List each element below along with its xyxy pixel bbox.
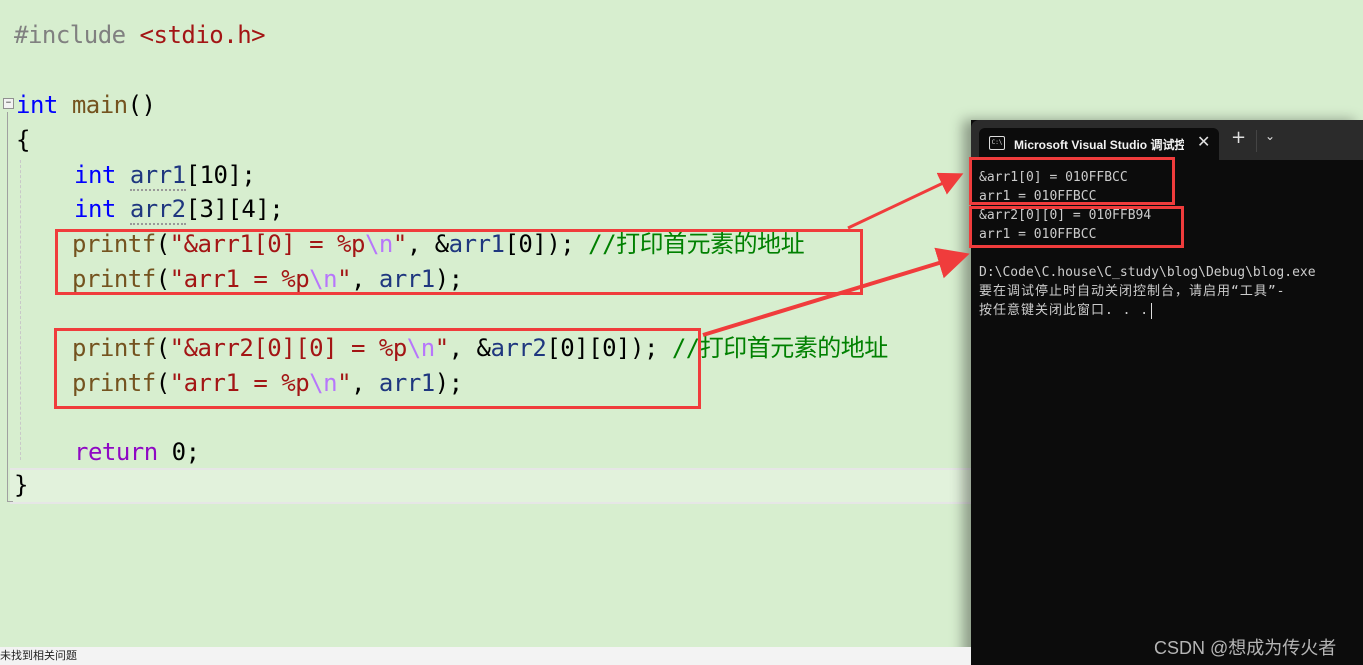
current-line-highlight	[10, 468, 972, 504]
csdn-watermark: CSDN @想成为传火者	[1154, 638, 1337, 658]
brace: }	[14, 471, 28, 499]
text-cursor	[1151, 302, 1153, 319]
console-tab-bar: C:\ Microsoft Visual Studio 调试控制台 ✕ + ⌄	[971, 120, 1363, 160]
include-header: <stdio.h>	[139, 21, 266, 49]
annotation-box-arr1-code	[55, 229, 863, 295]
code-line-include: #include <stdio.h>	[14, 18, 266, 52]
console-tab-title: Microsoft Visual Studio 调试控制台	[1014, 138, 1184, 152]
keyword: int	[74, 195, 116, 223]
punctuation: [3][4];	[185, 195, 284, 223]
code-line-close-brace: }	[14, 468, 28, 502]
code-line-open-brace: {	[16, 123, 30, 157]
console-output-line: D:\Code\C.house\C_study\blog\Debug\blog.…	[979, 265, 1316, 280]
code-line-decl-arr2: int arr2[3][4];	[74, 192, 284, 226]
annotation-box-arr2-code	[54, 328, 701, 409]
collapse-icon[interactable]: −	[3, 98, 14, 109]
code-line-decl-arr1: int arr1[10];	[74, 158, 256, 192]
keyword-return: return	[74, 438, 158, 466]
console-output-line: 要在调试停止时自动关闭控制台，请启用“工具”-	[979, 284, 1286, 299]
status-bar: 未找到相关问题	[0, 647, 971, 665]
debug-console-window[interactable]: C:\ Microsoft Visual Studio 调试控制台 ✕ + ⌄ …	[969, 120, 1363, 665]
variable: arr2	[129, 195, 186, 225]
punctuation: ()	[127, 91, 156, 119]
code-line-main: int main()	[16, 88, 156, 122]
fold-guide-line	[7, 112, 8, 502]
status-message: 未找到相关问题	[0, 649, 77, 662]
terminal-icon: C:\	[989, 136, 1005, 150]
return-value: 0;	[171, 438, 200, 466]
punctuation: [10];	[185, 161, 256, 189]
console-prompt-line: 按任意键关闭此窗口. . .	[979, 301, 1153, 320]
keyword: int	[16, 91, 58, 119]
close-icon[interactable]: ✕	[1197, 132, 1210, 151]
console-prompt-text: 按任意键关闭此窗口. . .	[979, 303, 1150, 318]
annotation-box-arr2-output	[969, 206, 1184, 248]
preprocessor-directive: #include	[14, 21, 126, 49]
brace: {	[16, 126, 30, 154]
variable: arr1	[129, 161, 186, 191]
keyword: int	[74, 161, 116, 189]
new-tab-button[interactable]: +	[1231, 128, 1246, 148]
chevron-down-icon[interactable]: ⌄	[1265, 129, 1275, 143]
code-line-return: return 0;	[74, 435, 200, 469]
annotation-box-arr1-output	[969, 157, 1175, 205]
console-tab[interactable]: C:\ Microsoft Visual Studio 调试控制台 ✕	[979, 128, 1219, 160]
function-name: main	[71, 91, 128, 119]
tab-separator	[1256, 130, 1257, 152]
comment: //打印首元素的地址	[671, 334, 888, 362]
fold-guide-end	[7, 501, 13, 502]
indent-guide	[20, 160, 21, 460]
